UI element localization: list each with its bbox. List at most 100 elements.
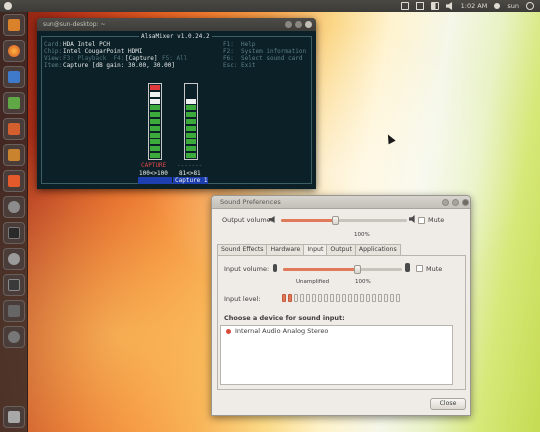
ubuntu-one-icon[interactable] bbox=[3, 170, 25, 192]
output-volume-label: Output volume: bbox=[222, 216, 273, 224]
output-volume-slider[interactable] bbox=[281, 216, 407, 225]
writer-icon[interactable] bbox=[3, 66, 25, 88]
view-label: View: bbox=[44, 55, 63, 62]
tab-hardware[interactable]: Hardware bbox=[266, 244, 305, 255]
tab-applications[interactable]: Applications bbox=[354, 244, 401, 255]
software-center-icon[interactable] bbox=[3, 144, 25, 166]
ubuntu-menu-icon[interactable] bbox=[4, 2, 12, 10]
capture-value: 100<>100 bbox=[139, 170, 168, 177]
level-segment bbox=[318, 294, 322, 302]
level-segment bbox=[342, 294, 346, 302]
clock[interactable]: 1:02 AM bbox=[461, 2, 488, 10]
monitor-icon[interactable] bbox=[3, 274, 25, 296]
workspaces-icon[interactable] bbox=[3, 300, 25, 322]
tab-bar: Sound Effects Hardware Input Output Appl… bbox=[217, 244, 401, 256]
settings-icon[interactable] bbox=[3, 196, 25, 218]
level-segment bbox=[366, 294, 370, 302]
key-help: F1: Help bbox=[223, 41, 256, 48]
level-segment bbox=[384, 294, 388, 302]
input-volume-thumb[interactable] bbox=[353, 265, 361, 274]
power-icon[interactable] bbox=[526, 2, 534, 10]
choose-device-label: Choose a device for sound input: bbox=[224, 314, 345, 322]
selected-device-indicator bbox=[226, 329, 231, 334]
capture-level-bar[interactable] bbox=[148, 83, 162, 160]
output-volume-fill bbox=[281, 219, 336, 222]
launcher bbox=[0, 12, 28, 432]
maximize-icon[interactable] bbox=[295, 21, 302, 28]
top-panel: 1:02 AM sun bbox=[0, 0, 540, 12]
key-select-card: F6: Select sound card bbox=[223, 55, 303, 62]
level-segment bbox=[300, 294, 304, 302]
key-exit: Esc: Exit bbox=[223, 62, 256, 69]
trash-icon[interactable] bbox=[3, 406, 25, 428]
capture1-dots: ------- bbox=[177, 162, 203, 169]
close-button[interactable]: Close bbox=[430, 398, 466, 410]
sound-preferences-window[interactable]: Sound Preferences Output volume: Mute 10… bbox=[211, 195, 471, 416]
level-segment bbox=[282, 294, 286, 302]
view-selected[interactable]: [Capture] bbox=[125, 55, 158, 62]
level-bar-segment bbox=[186, 153, 196, 158]
capture-flag: CAPTURE bbox=[141, 162, 167, 169]
user-icon[interactable] bbox=[494, 3, 501, 9]
close-icon[interactable] bbox=[305, 21, 312, 28]
level-bar-segment bbox=[186, 92, 196, 97]
terminal-body[interactable]: AlsaMixer v1.0.24.2 Card: HDA Intel PCH … bbox=[37, 31, 316, 189]
chip-value: Intel CougarPoint HDMI bbox=[63, 48, 143, 55]
user-name[interactable]: sun bbox=[507, 2, 519, 10]
minimize-icon[interactable] bbox=[285, 21, 292, 28]
speaker-high-icon bbox=[409, 215, 415, 223]
level-bar-segment bbox=[150, 119, 160, 124]
sound-preferences-title: Sound Preferences bbox=[220, 198, 281, 206]
calc-icon[interactable] bbox=[3, 92, 25, 114]
capture1-level-bar[interactable] bbox=[184, 83, 198, 160]
tab-sound-effects[interactable]: Sound Effects bbox=[217, 244, 268, 255]
output-mute-checkbox[interactable] bbox=[418, 217, 425, 224]
chip-label: Chip: bbox=[44, 48, 63, 55]
key-system-info: F2: System information bbox=[223, 48, 307, 55]
capture1-value: 81<>81 bbox=[179, 170, 201, 177]
level-bar-segment bbox=[186, 98, 196, 104]
disk-icon[interactable] bbox=[3, 248, 25, 270]
home-folder-icon[interactable] bbox=[3, 14, 25, 36]
level-bar-segment bbox=[186, 85, 196, 90]
lens-icon[interactable] bbox=[3, 326, 25, 348]
terminal-icon[interactable] bbox=[3, 222, 25, 244]
level-bar-segment bbox=[186, 112, 196, 118]
battery-icon[interactable] bbox=[430, 2, 439, 10]
level-segment bbox=[330, 294, 334, 302]
device-name: Internal Audio Analog Stereo bbox=[235, 327, 329, 335]
input-mute-label: Mute bbox=[426, 265, 443, 273]
output-volume-thumb[interactable] bbox=[332, 216, 340, 225]
sound-preferences-titlebar[interactable]: Sound Preferences bbox=[212, 196, 470, 209]
level-segment bbox=[390, 294, 394, 302]
card-label: Card: bbox=[44, 41, 63, 48]
tab-output[interactable]: Output bbox=[326, 244, 356, 255]
terminal-titlebar[interactable]: sun@sun-desktop: ~ bbox=[37, 18, 316, 31]
input-device-list[interactable]: Internal Audio Analog Stereo bbox=[220, 325, 453, 385]
input-volume-label: Input volume: bbox=[224, 265, 270, 273]
mail-icon[interactable] bbox=[415, 2, 424, 10]
terminal-title: sun@sun-desktop: ~ bbox=[43, 21, 106, 28]
level-segment bbox=[396, 294, 400, 302]
firefox-icon[interactable] bbox=[3, 40, 25, 62]
maximize-icon[interactable] bbox=[452, 199, 459, 206]
level-segment bbox=[354, 294, 358, 302]
alsamixer-terminal-window[interactable]: sun@sun-desktop: ~ AlsaMixer v1.0.24.2 C… bbox=[37, 18, 316, 189]
capture1-name[interactable]: Capture 1 bbox=[175, 177, 208, 184]
view-options-right[interactable]: F5: All bbox=[162, 55, 187, 62]
volume-icon[interactable] bbox=[445, 2, 453, 10]
list-item[interactable]: Internal Audio Analog Stereo bbox=[221, 327, 452, 336]
input-volume-slider[interactable] bbox=[283, 265, 402, 274]
level-bar-segment bbox=[150, 132, 160, 138]
level-segment bbox=[312, 294, 316, 302]
input-mute-checkbox[interactable] bbox=[416, 265, 423, 272]
view-options-left[interactable]: F3: Playback F4: bbox=[63, 55, 124, 62]
minimize-icon[interactable] bbox=[442, 199, 449, 206]
close-icon[interactable] bbox=[462, 199, 469, 206]
level-bar-segment bbox=[150, 105, 160, 111]
impress-icon[interactable] bbox=[3, 118, 25, 140]
level-bar-segment bbox=[186, 146, 196, 152]
network-icon[interactable] bbox=[400, 2, 409, 10]
output-mute-label: Mute bbox=[428, 216, 445, 224]
output-100-label: 100% bbox=[354, 232, 370, 238]
